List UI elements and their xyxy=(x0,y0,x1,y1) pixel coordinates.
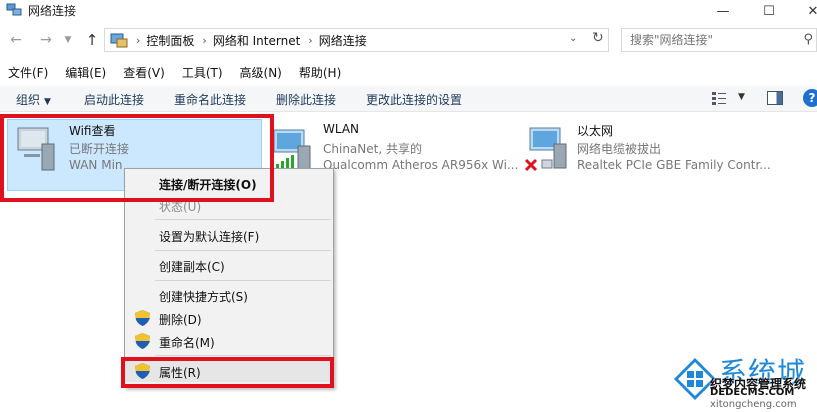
menu-view[interactable]: 查看(V) xyxy=(123,62,165,82)
refresh-icon[interactable]: ↻ xyxy=(592,30,604,46)
up-button[interactable]: ↑ xyxy=(82,31,102,49)
search-box[interactable]: ⚲ xyxy=(621,28,817,52)
help-icon[interactable]: ? xyxy=(803,89,817,107)
address-bar[interactable]: › 控制面板 › 网络和 Internet › 网络连接 ⌄ ↻ xyxy=(104,28,609,52)
maximize-button[interactable]: ☐ xyxy=(746,0,792,22)
menu-item-label: 设置为默认连接(F) xyxy=(159,230,260,244)
menu-item-label: 重命名(M) xyxy=(159,336,215,350)
adapter-device: Qualcomm Atheros AR956x Wi... xyxy=(323,158,519,172)
menu-tools[interactable]: 工具(T) xyxy=(182,62,223,82)
minimize-icon: — xyxy=(716,3,730,19)
search-input[interactable] xyxy=(622,29,782,51)
menu-properties[interactable]: 属性(R) xyxy=(125,360,333,382)
ethernet-adapter-icon xyxy=(524,127,567,172)
adapter-device: WAN Min xyxy=(69,158,123,172)
network-adapter-icon xyxy=(17,127,55,171)
context-menu: 连接/断开连接(O) 状态(U) 设置为默认连接(F) 创建副本(C) 创建快捷… xyxy=(124,168,334,388)
adapter-name: 以太网 xyxy=(577,124,614,138)
breadcrumb-control-panel[interactable]: 控制面板 xyxy=(146,32,194,49)
control-panel-icon xyxy=(110,33,128,48)
adapter-status: 已断开连接 xyxy=(69,142,130,156)
menu-item-label: 状态(U) xyxy=(159,200,202,214)
arrow-up-icon: ↑ xyxy=(85,31,99,49)
menu-create-copy[interactable]: 创建副本(C) xyxy=(125,254,333,276)
preview-pane-icon[interactable] xyxy=(767,91,783,105)
adapter-name: Wifi查看 xyxy=(69,124,116,138)
menu-help[interactable]: 帮助(H) xyxy=(299,62,341,82)
view-options-icon[interactable] xyxy=(712,91,726,105)
chevron-down-icon: ▼ xyxy=(64,35,72,45)
forward-button[interactable]: → xyxy=(36,31,56,49)
menu-edit[interactable]: 编辑(E) xyxy=(65,62,106,82)
menu-item-label: 连接/断开连接(O) xyxy=(159,178,257,192)
close-button[interactable]: ✕ xyxy=(790,0,817,22)
menu-delete[interactable]: 删除(D) xyxy=(125,307,333,329)
window-title: 网络连接 xyxy=(28,4,77,18)
menu-item-label: 删除(D) xyxy=(159,313,202,327)
menu-create-shortcut[interactable]: 创建快捷方式(S) xyxy=(125,284,333,306)
back-button[interactable]: ← xyxy=(6,31,26,49)
arrow-right-icon: → xyxy=(40,32,52,48)
adapter-status: 网络电缆被拔出 xyxy=(577,142,662,156)
breadcrumb-separator: › xyxy=(202,33,207,47)
search-icon[interactable]: ⚲ xyxy=(803,32,813,47)
menu-connect-disconnect[interactable]: 连接/断开连接(O) xyxy=(125,172,333,194)
adapter-status: ChinaNet, 共享的 xyxy=(323,142,422,156)
menu-bar: 文件(F) 编辑(E) 查看(V) 工具(T) 高级(N) 帮助(H) xyxy=(0,62,817,82)
shield-icon xyxy=(135,333,150,349)
caret-down-icon: ▼ xyxy=(44,97,51,107)
rename-connection-button[interactable]: 重命名此连接 xyxy=(174,91,246,108)
command-bar: 组织 ▼ 启动此连接 重命名此连接 删除此连接 更改此连接的设置 ▼ ? xyxy=(0,86,817,112)
menu-separator xyxy=(155,250,331,251)
watermark: 系统城 织梦内容管理系统 DEDECMS.COM xitongcheng.com xyxy=(672,354,817,412)
network-connections-icon xyxy=(6,3,22,16)
change-settings-button[interactable]: 更改此连接的设置 xyxy=(366,91,462,108)
delete-connection-button[interactable]: 删除此连接 xyxy=(276,91,336,108)
shield-icon xyxy=(135,363,150,379)
address-dropdown-icon[interactable]: ⌄ xyxy=(569,33,577,44)
title-bar: 网络连接 — ☐ ✕ xyxy=(0,0,817,22)
breadcrumb-separator: › xyxy=(308,33,313,47)
breadcrumb-network-connections[interactable]: 网络连接 xyxy=(319,32,367,49)
menu-item-label: 创建副本(C) xyxy=(159,260,225,274)
menu-separator xyxy=(155,355,331,356)
maximize-icon: ☐ xyxy=(763,3,775,19)
watermark-line3: xitongcheng.com xyxy=(710,399,797,410)
menu-item-label: 属性(R) xyxy=(159,366,201,380)
menu-separator xyxy=(155,219,331,220)
menu-file[interactable]: 文件(F) xyxy=(8,62,48,82)
view-dropdown-icon[interactable]: ▼ xyxy=(738,92,745,102)
close-icon: ✕ xyxy=(807,3,817,19)
menu-status: 状态(U) xyxy=(125,194,333,216)
watermark-line2: DEDECMS.COM xyxy=(710,387,795,398)
adapter-device: Realtek PCIe GBE Family Contr... xyxy=(577,158,771,172)
arrow-left-icon: ← xyxy=(10,32,22,48)
organize-label: 组织 xyxy=(16,93,41,107)
menu-separator xyxy=(155,280,331,281)
start-connection-button[interactable]: 启动此连接 xyxy=(84,91,144,108)
adapter-ethernet[interactable]: 以太网 网络电缆被拔出 Realtek PCIe GBE Family Cont… xyxy=(524,120,817,178)
recent-locations-button[interactable]: ▼ xyxy=(58,31,78,49)
menu-rename[interactable]: 重命名(M) xyxy=(125,330,333,352)
menu-advanced[interactable]: 高级(N) xyxy=(240,62,282,82)
menu-set-default[interactable]: 设置为默认连接(F) xyxy=(125,224,333,246)
wireless-adapter-icon xyxy=(273,129,311,171)
breadcrumb-network-internet[interactable]: 网络和 Internet xyxy=(213,32,300,49)
breadcrumb-separator: › xyxy=(136,33,141,47)
organize-button[interactable]: 组织 ▼ xyxy=(16,91,51,108)
menu-item-label: 创建快捷方式(S) xyxy=(159,290,248,304)
minimize-button[interactable]: — xyxy=(700,0,746,22)
adapter-name: WLAN xyxy=(323,122,360,136)
shield-icon xyxy=(135,310,150,326)
